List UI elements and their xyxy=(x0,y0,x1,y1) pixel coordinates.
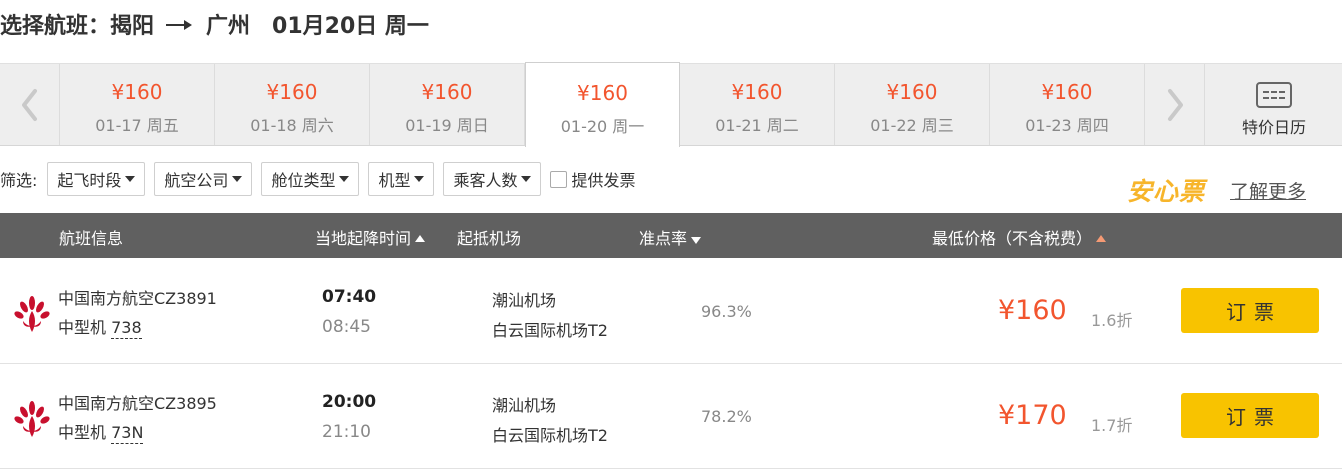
table-header: 航班信息 当地起降时间 起抵机场 准点率 最低价格（不含税费） xyxy=(0,213,1342,258)
departure-time: 20:00 xyxy=(322,392,377,412)
date-tab-price: ¥160 xyxy=(421,80,473,104)
invoice-checkbox-label: 提供发票 xyxy=(571,171,636,190)
header-price-sort[interactable]: 最低价格（不含税费） xyxy=(932,225,1107,249)
discount: 1.6折 xyxy=(1091,311,1133,330)
invoice-checkbox[interactable]: 提供发票 xyxy=(550,167,636,191)
dropdown-label: 起飞时段 xyxy=(57,171,122,190)
discount: 1.7折 xyxy=(1091,416,1133,435)
filter-passenger-count-dropdown[interactable]: 乘客人数 xyxy=(443,162,542,196)
sort-up-icon xyxy=(415,235,426,242)
origin-city: 揭阳 xyxy=(110,14,155,39)
header-flight-info: 航班信息 xyxy=(59,229,124,248)
date-tab-date: 01-19 周日 xyxy=(405,116,489,135)
aircraft-code-link[interactable]: 738 xyxy=(111,318,142,339)
route-arrow-icon xyxy=(166,17,194,31)
date-tab-price: ¥160 xyxy=(111,80,163,104)
title-prefix: 选择航班： xyxy=(0,14,111,39)
destination-city: 广州 xyxy=(206,14,251,39)
date-tab[interactable]: ¥160 01-19 周日 xyxy=(370,64,525,145)
date-tab[interactable]: ¥160 01-21 周二 xyxy=(680,64,835,145)
prev-dates-button[interactable] xyxy=(0,64,60,145)
china-southern-logo-icon xyxy=(14,296,50,332)
date-tab-date: 01-23 周四 xyxy=(1025,116,1109,135)
dropdown-label: 机型 xyxy=(378,171,411,190)
departure-airport: 潮汕机场 xyxy=(492,291,557,310)
anxin-ticket-logo: 安心票 xyxy=(1127,177,1206,206)
date-tab[interactable]: ¥160 01-23 周四 xyxy=(990,64,1145,145)
filter-cabin-class-dropdown[interactable]: 舱位类型 xyxy=(261,162,360,196)
ontime-rate: 78.2% xyxy=(701,407,752,426)
header-ontime-sort[interactable]: 准点率 xyxy=(639,225,702,249)
filter-aircraft-type-dropdown[interactable]: 机型 xyxy=(368,162,435,196)
lowest-price: ¥170 xyxy=(998,400,1067,431)
dropdown-label: 乘客人数 xyxy=(453,171,518,190)
aircraft-model: 中型机 73N xyxy=(58,423,144,444)
special-price-calendar-button[interactable]: 特价日历 xyxy=(1206,64,1342,145)
sort-down-icon xyxy=(691,237,702,244)
arrival-airport: 白云国际机场T2 xyxy=(492,426,608,445)
arrival-time: 21:10 xyxy=(322,422,371,442)
arrival-airport: 白云国际机场T2 xyxy=(492,321,608,340)
dropdown-label: 航空公司 xyxy=(164,171,229,190)
book-button[interactable]: 订票 xyxy=(1181,288,1319,333)
calendar-label: 特价日历 xyxy=(1241,118,1306,137)
departure-time: 07:40 xyxy=(322,287,377,307)
date-tab-price: ¥160 xyxy=(1041,80,1093,104)
date-tab-date: 01-20 周一 xyxy=(560,117,645,136)
departure-airport: 潮汕机场 xyxy=(492,396,557,415)
checkbox-box[interactable] xyxy=(550,170,568,188)
page-title: 选择航班： 揭阳 广州 01月20日 周一 xyxy=(0,6,429,42)
flight-row: 中国南方航空CZ3891 中型机 738 07:40 08:45 潮汕机场 白云… xyxy=(0,259,1342,364)
filter-departure-time-dropdown[interactable]: 起飞时段 xyxy=(47,162,146,196)
china-southern-logo-icon xyxy=(14,401,50,437)
learn-more-link[interactable]: 了解更多 xyxy=(1230,177,1306,204)
selected-date: 01月20日 周一 xyxy=(272,14,429,39)
header-time-sort[interactable]: 当地起降时间 xyxy=(315,225,426,249)
sort-up-icon xyxy=(1096,235,1107,242)
book-button[interactable]: 订票 xyxy=(1181,393,1319,438)
caret-down-icon xyxy=(339,176,350,182)
next-dates-button[interactable] xyxy=(1145,64,1205,145)
date-tab[interactable]: ¥160 01-18 周六 xyxy=(215,64,370,145)
arrival-time: 08:45 xyxy=(322,317,371,337)
calendar-icon xyxy=(1256,82,1292,108)
chevron-right-icon xyxy=(1167,88,1183,121)
airline-flight-number: 中国南方航空CZ3891 xyxy=(58,289,217,308)
date-tab-price: ¥160 xyxy=(266,80,318,104)
date-tab-price: ¥160 xyxy=(731,80,783,104)
date-tab[interactable]: ¥160 01-22 周三 xyxy=(835,64,990,145)
date-tab[interactable]: ¥160 01-17 周五 xyxy=(60,64,215,145)
dropdown-label: 舱位类型 xyxy=(271,171,336,190)
date-tab-date: 01-22 周三 xyxy=(870,116,954,135)
airline-flight-number: 中国南方航空CZ3895 xyxy=(58,394,217,413)
date-tab-price: ¥160 xyxy=(577,81,628,105)
caret-down-icon xyxy=(521,176,532,182)
caret-down-icon xyxy=(232,176,243,182)
filter-airline-dropdown[interactable]: 航空公司 xyxy=(154,162,253,196)
filter-bar: 筛选: 起飞时段 航空公司 舱位类型 机型 乘客人数 提供发票 xyxy=(0,162,636,196)
date-tab-date: 01-21 周二 xyxy=(715,116,799,135)
flight-row: 中国南方航空CZ3895 中型机 73N 20:00 21:10 潮汕机场 白云… xyxy=(0,364,1342,469)
ontime-rate: 96.3% xyxy=(701,302,752,321)
header-airport: 起抵机场 xyxy=(457,229,522,248)
aircraft-model: 中型机 738 xyxy=(58,318,142,339)
caret-down-icon xyxy=(125,176,136,182)
date-tab-date: 01-18 周六 xyxy=(250,116,334,135)
caret-down-icon xyxy=(414,176,425,182)
date-strip: ¥160 01-17 周五 ¥160 01-18 周六 ¥160 01-19 周… xyxy=(0,62,1342,147)
aircraft-code-link[interactable]: 73N xyxy=(111,423,144,444)
date-tab-active[interactable]: ¥160 01-20 周一 xyxy=(525,62,680,147)
date-tab-price: ¥160 xyxy=(886,80,938,104)
lowest-price: ¥160 xyxy=(998,295,1067,326)
chevron-left-icon xyxy=(21,88,37,121)
date-tab-date: 01-17 周五 xyxy=(95,116,179,135)
filter-label: 筛选: xyxy=(0,171,38,190)
